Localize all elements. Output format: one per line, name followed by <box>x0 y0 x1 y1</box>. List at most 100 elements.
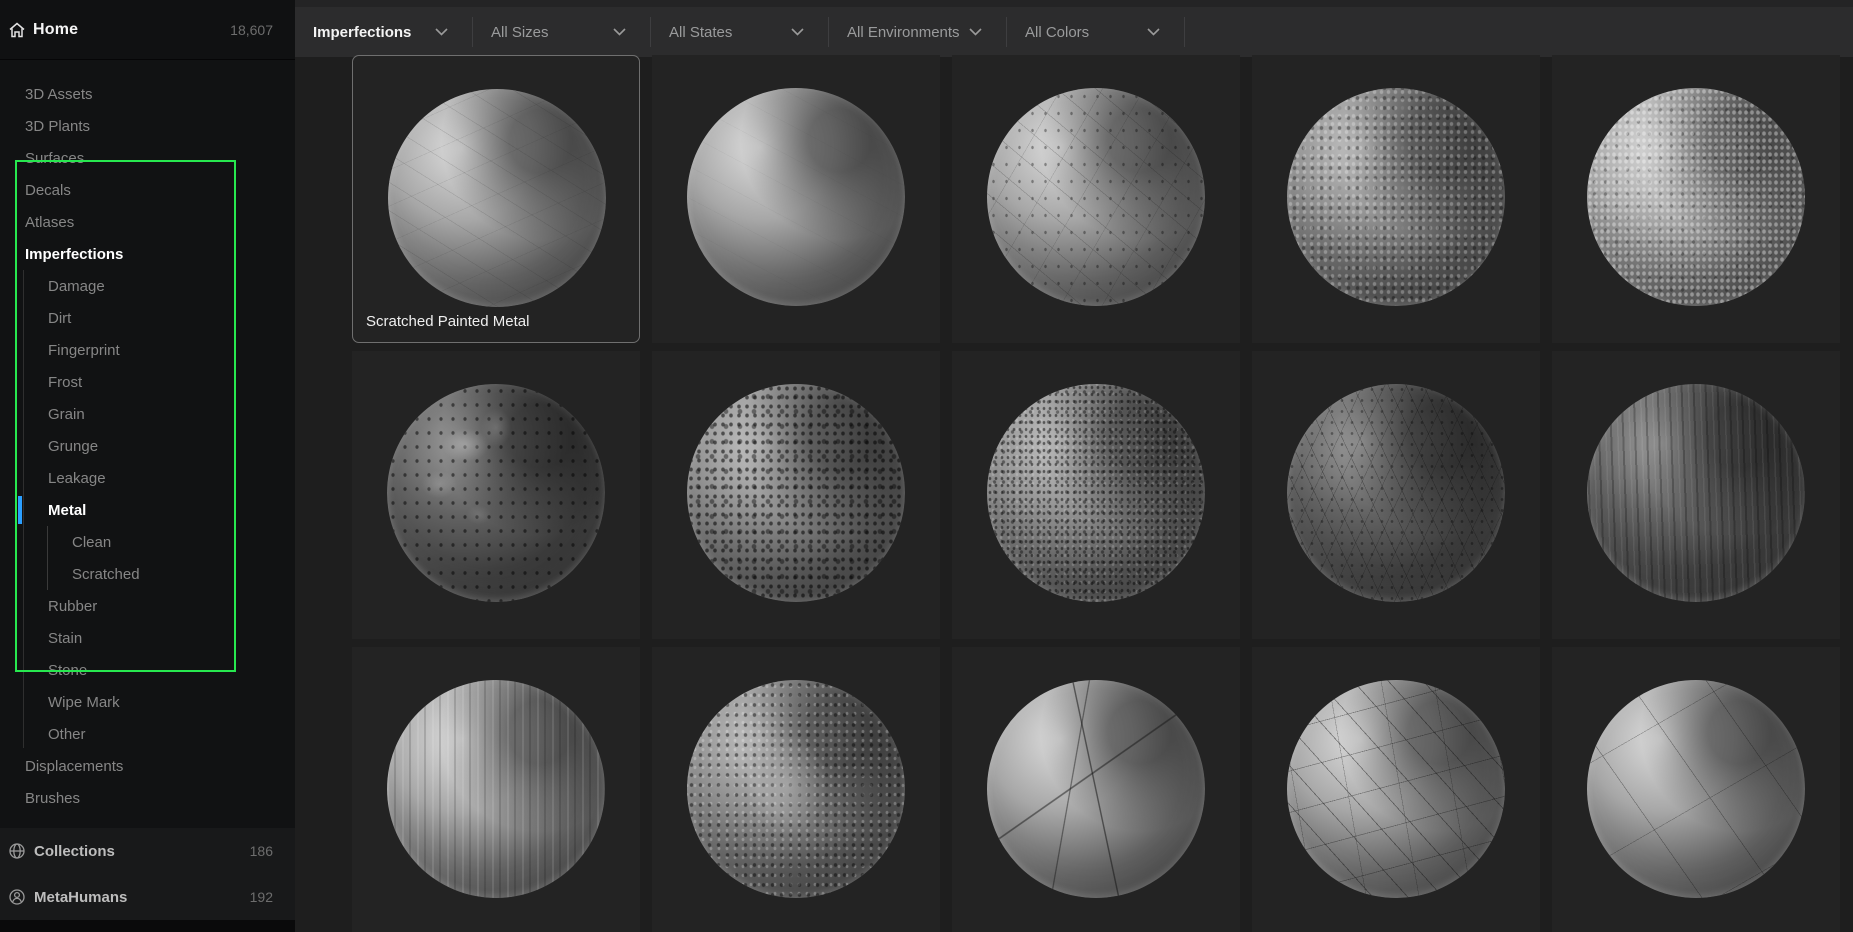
sphere-preview <box>1587 88 1805 306</box>
filter-bar: Imperfections All Sizes All States All E… <box>295 0 1853 57</box>
asset-tile-1[interactable]: Scratched Painted Metal <box>352 55 640 343</box>
sidebar-item-3d-assets[interactable]: 3D Assets <box>0 78 295 110</box>
sphere-texture <box>687 88 905 306</box>
sidebar-item-frost[interactable]: Frost <box>0 366 295 398</box>
asset-tile-8[interactable] <box>952 351 1240 639</box>
filter-dropdown-colors[interactable]: All Colors <box>1007 0 1184 57</box>
asset-grid: Scratched Painted Metal <box>352 55 1840 932</box>
nav-label: Stain <box>48 629 83 647</box>
sidebar-item-displacements[interactable]: Displacements <box>0 750 295 782</box>
asset-tile-15[interactable] <box>1552 647 1840 932</box>
nav-label: Imperfections <box>25 245 124 263</box>
sidebar-item-dirt[interactable]: Dirt <box>0 302 295 334</box>
sidebar-item-surfaces[interactable]: Surfaces <box>0 142 295 174</box>
sphere-preview <box>388 89 606 307</box>
sidebar-item-stain[interactable]: Stain <box>0 622 295 654</box>
nav-label: Brushes <box>25 789 81 807</box>
nav-label: Grain <box>48 405 85 423</box>
chevron-down-icon <box>1147 23 1160 41</box>
sphere-preview <box>387 384 605 602</box>
chevron-down-icon <box>791 23 804 41</box>
asset-title: Scratched Painted Metal <box>366 313 530 330</box>
sidebar-item-atlases[interactable]: Atlases <box>0 206 295 238</box>
sphere-texture <box>1287 680 1505 898</box>
asset-tile-13[interactable] <box>952 647 1240 932</box>
sidebar-item-grain[interactable]: Grain <box>0 398 295 430</box>
sidebar-item-clean[interactable]: Clean <box>0 526 295 558</box>
asset-tile-3[interactable] <box>952 55 1240 343</box>
asset-tile-14[interactable] <box>1252 647 1540 932</box>
sidebar-item-stone[interactable]: Stone <box>0 654 295 686</box>
asset-tile-4[interactable] <box>1252 55 1540 343</box>
sphere-texture <box>1287 88 1505 306</box>
metahumans-count: 192 <box>249 889 273 905</box>
sidebar-item-home[interactable]: Home 18,607 <box>0 0 295 60</box>
nav-label: Fingerprint <box>48 341 120 359</box>
nav-label: Scratched <box>72 565 140 583</box>
sidebar-item-fingerprint[interactable]: Fingerprint <box>0 334 295 366</box>
sidebar-item-leakage[interactable]: Leakage <box>0 462 295 494</box>
sidebar-item-scratched[interactable]: Scratched <box>0 558 295 590</box>
sidebar-item-collections[interactable]: Collections 186 <box>0 828 295 874</box>
chevron-down-icon <box>969 23 982 41</box>
sidebar-item-metal[interactable]: Metal <box>0 494 295 526</box>
filter-dropdown-category[interactable]: Imperfections <box>295 0 472 57</box>
sphere-preview <box>1287 384 1505 602</box>
sidebar-item-wipe-mark[interactable]: Wipe Mark <box>0 686 295 718</box>
nav-label: Decals <box>25 181 71 199</box>
chevron-down-icon <box>435 23 448 41</box>
sidebar-item-grunge[interactable]: Grunge <box>0 430 295 462</box>
app-window: Home 18,607 3D Assets 3D Plants Surfaces… <box>0 0 1853 932</box>
sidebar-item-imperfections[interactable]: Imperfections <box>0 238 295 270</box>
filter-dropdown-states[interactable]: All States <box>651 0 828 57</box>
sidebar-item-damage[interactable]: Damage <box>0 270 295 302</box>
nav-label: Metal <box>48 501 87 519</box>
sphere-texture <box>687 680 905 898</box>
nav-label: Rubber <box>48 597 98 615</box>
home-icon <box>8 21 26 39</box>
filter-dropdown-sizes[interactable]: All Sizes <box>473 0 650 57</box>
asset-tile-7[interactable] <box>652 351 940 639</box>
asset-tile-12[interactable] <box>652 647 940 932</box>
sphere-preview <box>1287 88 1505 306</box>
sphere-preview <box>687 384 905 602</box>
nav-label: Dirt <box>48 309 72 327</box>
sidebar-item-decals[interactable]: Decals <box>0 174 295 206</box>
filter-divider <box>1184 17 1185 47</box>
sidebar-item-metahumans[interactable]: MetaHumans 192 <box>0 874 295 920</box>
asset-tile-11[interactable] <box>352 647 640 932</box>
collections-label: Collections <box>34 842 115 860</box>
nav-label: Displacements <box>25 757 124 775</box>
collections-count: 186 <box>249 843 273 859</box>
sphere-texture <box>387 384 605 602</box>
selected-indicator-bar <box>18 496 22 524</box>
sidebar-item-rubber[interactable]: Rubber <box>0 590 295 622</box>
metahumans-label: MetaHumans <box>34 888 128 906</box>
asset-tile-10[interactable] <box>1552 351 1840 639</box>
sphere-texture <box>987 384 1205 602</box>
sidebar-item-3d-plants[interactable]: 3D Plants <box>0 110 295 142</box>
filter-label: All States <box>669 23 733 41</box>
sidebar-footer-strip <box>0 920 295 932</box>
asset-tile-9[interactable] <box>1252 351 1540 639</box>
filter-label: All Environments <box>847 23 960 41</box>
sidebar-item-brushes[interactable]: Brushes <box>0 782 295 814</box>
asset-tile-6[interactable] <box>352 351 640 639</box>
sphere-texture <box>1287 384 1505 602</box>
sidebar-item-other[interactable]: Other <box>0 718 295 750</box>
asset-tile-2[interactable] <box>652 55 940 343</box>
nav-label: 3D Assets <box>25 85 93 103</box>
sphere-preview <box>1587 384 1805 602</box>
nav-label: Damage <box>48 277 105 295</box>
asset-tile-5[interactable] <box>1552 55 1840 343</box>
nav-label: Frost <box>48 373 83 391</box>
sphere-texture <box>388 89 606 307</box>
filter-dropdown-environments[interactable]: All Environments <box>829 0 1006 57</box>
sidebar-bottom-section: Collections 186 MetaHumans 192 <box>0 828 295 920</box>
nav-label: Atlases <box>25 213 75 231</box>
sidebar: Home 18,607 3D Assets 3D Plants Surfaces… <box>0 0 295 932</box>
sphere-texture <box>1587 88 1805 306</box>
nav-label: Leakage <box>48 469 106 487</box>
filter-label: Imperfections <box>313 23 412 41</box>
sphere-preview <box>1587 680 1805 898</box>
